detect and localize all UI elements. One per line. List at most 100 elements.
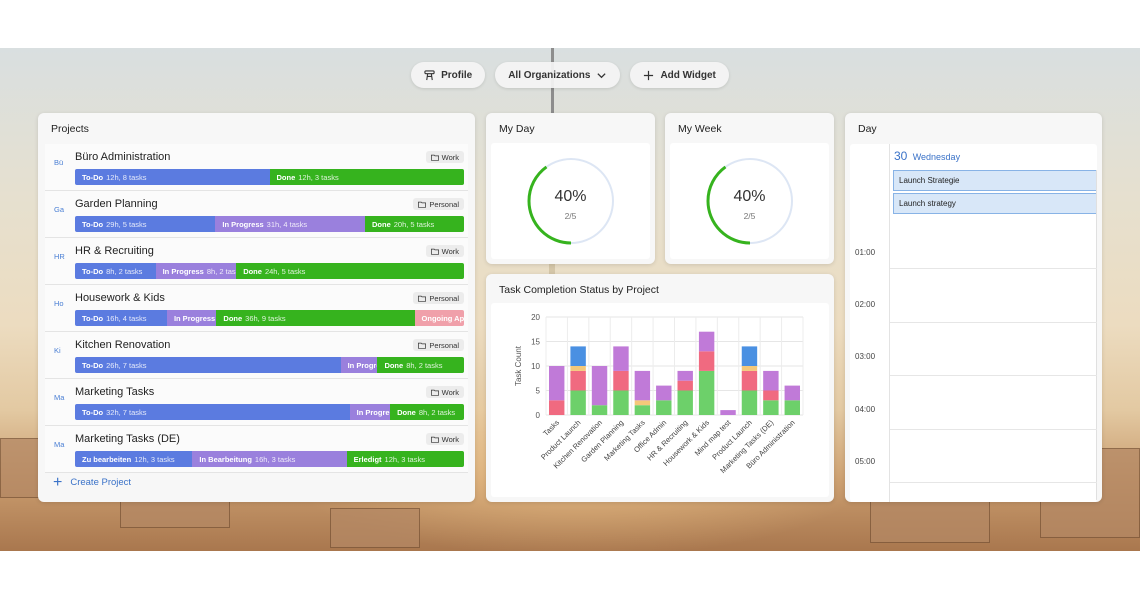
day-column-divider (1096, 170, 1097, 500)
segment-detail: 16h, 4 tasks (106, 313, 147, 323)
status-segment[interactable]: Done 20h, 5 tasks (365, 216, 464, 232)
profile-button[interactable]: Profile (411, 62, 486, 88)
segment-status: In Progress (162, 266, 204, 276)
project-row[interactable]: HR HR & Recruiting Work To-Do 8h, 2 tasks In … (45, 238, 468, 285)
project-name[interactable]: Kitchen Renovation (75, 339, 170, 351)
bar-segment (570, 370, 586, 391)
project-tag-label: Work (441, 152, 459, 162)
day-date-header[interactable]: 30 Wednesday (894, 149, 960, 163)
project-progress-bar[interactable]: To-Do8h, 2 tasksIn Progress8h, 2 tasksDo… (75, 263, 464, 279)
bar-segment (613, 390, 629, 415)
status-segment[interactable]: Done 8h, 2 tasks (377, 357, 464, 373)
project-name[interactable]: HR & Recruiting (75, 245, 154, 257)
project-avatar: HR (54, 252, 65, 261)
project-tag: Work (425, 245, 464, 257)
project-name[interactable]: Housework & Kids (75, 292, 165, 304)
bar-segment (698, 351, 715, 371)
create-project-button[interactable]: + Create Project (53, 474, 132, 490)
segment-detail: 24h, 5 tasks (264, 266, 306, 276)
project-name[interactable]: Marketing Tasks (DE) (75, 433, 180, 445)
profile-label: Profile (441, 69, 473, 81)
project-name[interactable]: Büro Administration (75, 151, 170, 163)
segment-status: In Bearbeitung (199, 454, 252, 464)
projects-title: Projects (51, 123, 89, 135)
segment-status: Zu bearbeiten (82, 454, 132, 464)
status-segment[interactable]: In Progress4h, 1 tasks (349, 404, 391, 420)
add-widget-button[interactable]: Add Widget (630, 62, 729, 88)
organizations-label: All Organizations (508, 69, 591, 81)
segment-detail: 12h, 3 tasks (134, 454, 175, 464)
y-axis-label: Task Count (514, 345, 523, 386)
project-name[interactable]: Garden Planning (75, 198, 158, 210)
status-segment[interactable]: To-Do 29h, 5 tasks (75, 216, 216, 232)
segment-detail: 12h, 3 tasks (384, 454, 425, 464)
status-segment[interactable]: To-Do 16h, 4 tasks (75, 310, 167, 326)
status-segment[interactable]: In Progress8h, 2 tasks (166, 310, 217, 326)
hour-label: 01:00 (855, 248, 876, 257)
project-avatar: Ho (54, 299, 64, 308)
project-progress-bar[interactable]: Zu bearbeiten 12h, 3 tasks In Bearbeitung 1… (75, 451, 464, 467)
project-tag: Work (425, 433, 464, 445)
project-name[interactable]: Marketing Tasks (75, 386, 154, 398)
segment-detail: 8h, 2 tasks (206, 266, 236, 276)
status-segment[interactable]: In Progress3h, 1 tasks (340, 357, 378, 373)
project-progress-bar[interactable]: To-Do 12h, 8 tasks Done 12h, 3 tasks (75, 169, 464, 185)
status-segment[interactable]: Done 8h, 2 tasks (390, 404, 464, 420)
status-segment[interactable]: In Progress8h, 2 tasks (155, 263, 237, 279)
hour-gridline (890, 428, 1097, 430)
project-tag-label: Work (441, 246, 459, 256)
segment-status: In Progress (222, 219, 264, 229)
segment-detail: 8h, 2 tasks (418, 407, 456, 417)
my-week-panel: 40% 2/5 (670, 143, 829, 259)
bar-segment (741, 366, 758, 371)
status-segment[interactable]: To-Do 26h, 7 tasks (75, 357, 341, 373)
project-avatar: Ma (54, 393, 65, 402)
status-segment[interactable]: Done 24h, 5 tasks (236, 263, 464, 279)
project-avatar: Ga (54, 205, 65, 214)
day-weekday: Wednesday (912, 152, 961, 162)
segment-status: Done (223, 313, 243, 323)
hour-label: 04:00 (855, 404, 876, 414)
project-progress-bar[interactable]: To-Do 29h, 5 tasks In Progress 31h, 4 tasks… (75, 216, 464, 232)
status-segment[interactable]: To-Do 8h, 2 tasks (75, 263, 156, 279)
project-tag: Work (425, 386, 464, 398)
calendar-event[interactable]: Launch Strategie (893, 170, 1097, 191)
calendar-event[interactable]: Launch strategy (893, 193, 1097, 214)
project-progress-bar[interactable]: To-Do16h, 4 tasksIn Progress8h, 2 tasksD… (75, 310, 464, 326)
y-tick-label: 20 (531, 313, 540, 322)
status-segment[interactable]: Erledigt 12h, 3 tasks (346, 451, 464, 467)
project-row[interactable]: Ma Marketing Tasks (DE) Work Zu bearbeiten 1… (45, 426, 468, 473)
segment-detail: 12h, 3 tasks (298, 172, 339, 182)
project-row[interactable]: Ga Garden Planning Personal To-Do 29h, 5 tas… (45, 191, 468, 238)
project-progress-bar[interactable]: To-Do32h, 7 tasksIn Progress4h, 1 tasksD… (75, 404, 464, 420)
hour-gridline (890, 482, 1097, 483)
create-project-label: Create Project (70, 477, 132, 488)
project-tag-label: Personal (429, 340, 459, 350)
organizations-dropdown[interactable]: All Organizations (495, 62, 621, 88)
day-calendar-widget: Day 30 Wednesday Launch Strategie Launch … (845, 113, 1102, 502)
segment-status: In Progress (356, 407, 390, 417)
project-list: Bü Büro Administration Work To-Do 12h, 8 tas… (45, 144, 468, 473)
project-progress-bar[interactable]: To-Do26h, 7 tasksIn Progress3h, 1 tasksD… (75, 357, 464, 373)
status-segment[interactable]: Done 12h, 3 tasks (269, 169, 464, 185)
status-segment[interactable]: In Progress 31h, 4 tasks (215, 216, 365, 232)
y-tick-label: 0 (536, 411, 541, 420)
status-segment[interactable]: To-Do 12h, 8 tasks (75, 169, 270, 185)
bar-segment (549, 400, 565, 415)
y-tick-label: 15 (531, 338, 540, 347)
segment-status: To-Do (82, 313, 104, 323)
day-title: Day (858, 123, 877, 135)
status-segment[interactable]: Zu bearbeiten 12h, 3 tasks (75, 451, 193, 467)
hour-gridline (890, 375, 1097, 376)
status-segment[interactable]: To-Do 32h, 7 tasks (75, 404, 350, 420)
bar-segment (591, 405, 608, 415)
project-row[interactable]: Ho Housework & Kids Personal To-Do 16h, 4 ta… (45, 285, 468, 332)
project-row[interactable]: Ki Kitchen Renovation Personal To-Do 26h, 7 … (45, 332, 468, 379)
project-tag-label: Personal (429, 199, 459, 209)
project-row[interactable]: Bü Büro Administration Work To-Do 12h, 8 tas… (45, 144, 468, 191)
project-row[interactable]: Ma Marketing Tasks Work To-Do 32h, 7 tasks In… (45, 379, 468, 426)
status-segment[interactable]: Done 36h, 9 tasks (216, 310, 415, 326)
hour-label: 05:00 (855, 456, 876, 466)
status-segment[interactable]: In Bearbeitung 16h, 3 tasks (192, 451, 347, 467)
status-segment[interactable]: Ongoing Appointments8h, 2 tasks (414, 310, 464, 326)
